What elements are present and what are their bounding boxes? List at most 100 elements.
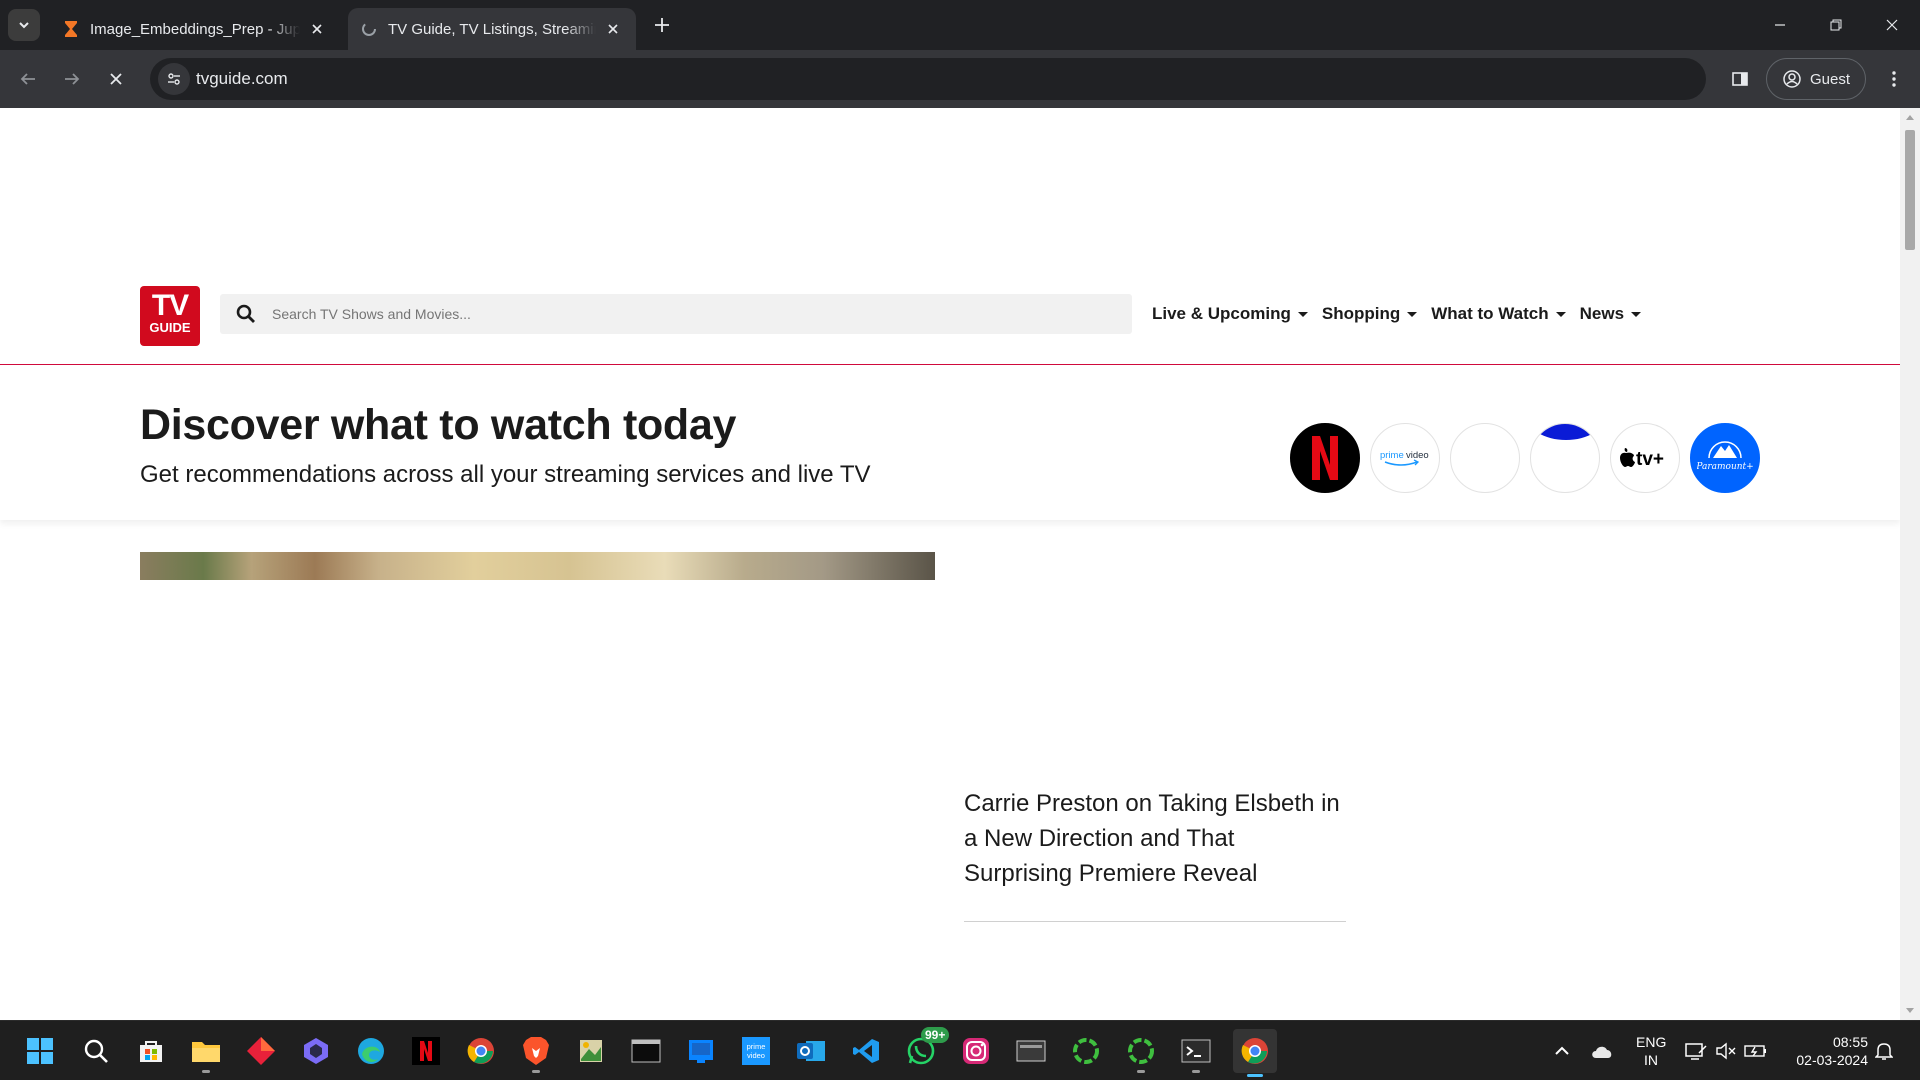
instagram-app[interactable]	[958, 1033, 994, 1069]
profile-label: Guest	[1809, 70, 1851, 88]
paramount-logo-icon: Paramount+	[1697, 441, 1753, 472]
nav-shopping[interactable]: Shopping	[1321, 304, 1418, 324]
svg-text:tv+: tv+	[1636, 449, 1664, 470]
scrollbar-thumb[interactable]	[1905, 130, 1915, 250]
tab-search-button[interactable]	[8, 9, 40, 41]
chrome-app[interactable]	[463, 1033, 499, 1069]
stop-loading-button[interactable]	[100, 63, 132, 95]
discover-subtitle: Get recommendations across all your stre…	[140, 461, 871, 488]
search-icon[interactable]	[236, 304, 256, 324]
brave-app[interactable]	[518, 1033, 554, 1073]
language-indicator[interactable]: ENG IN	[1636, 1033, 1666, 1069]
whatsapp-app[interactable]: 99+	[903, 1027, 950, 1069]
vscode-app[interactable]	[848, 1033, 884, 1069]
search-input[interactable]	[272, 294, 1112, 334]
file-explorer-app[interactable]	[188, 1033, 224, 1073]
notification-badge: 99+	[921, 1027, 950, 1043]
profile-button[interactable]: Guest	[1766, 58, 1866, 100]
window-icon	[631, 1039, 661, 1063]
hero-image[interactable]	[140, 552, 935, 580]
close-tab-icon[interactable]	[306, 18, 328, 40]
red-app[interactable]	[243, 1033, 279, 1069]
prime-video-app[interactable]: prime video	[738, 1033, 774, 1069]
side-panel-icon	[1732, 72, 1748, 86]
image-app-icon	[580, 1040, 602, 1062]
site-info-icon[interactable]	[158, 63, 190, 95]
system-clock[interactable]: 08:55 02-03-2024	[1784, 1033, 1868, 1069]
clock-time: 08:55	[1832, 1034, 1868, 1050]
caret-down-icon	[1631, 311, 1642, 317]
close-tab-icon[interactable]	[602, 18, 624, 40]
circle-app-2[interactable]	[1123, 1033, 1159, 1073]
minimize-button[interactable]	[1752, 0, 1808, 50]
nav-news[interactable]: News	[1579, 304, 1642, 324]
tab-jupyter[interactable]: Image_Embeddings_Prep - Jupy	[50, 8, 340, 50]
store-app[interactable]	[133, 1033, 169, 1069]
svg-text:video: video	[747, 1051, 765, 1060]
terminal-window-app[interactable]	[628, 1033, 664, 1069]
story-divider	[964, 921, 1346, 922]
running-indicator	[202, 1070, 210, 1073]
start-button[interactable]	[22, 1033, 58, 1069]
edge-app[interactable]	[353, 1033, 389, 1069]
main-nav: Live & Upcoming Shopping What to Watch N…	[1152, 294, 1642, 334]
chevron-up-icon	[1555, 1046, 1569, 1055]
nav-label: News	[1579, 304, 1625, 323]
svg-text:prime: prime	[747, 1042, 766, 1051]
app-window-icon	[1016, 1040, 1046, 1062]
onedrive-tray[interactable]	[1584, 1033, 1620, 1069]
provider-blank[interactable]	[1450, 423, 1520, 493]
svg-text:video: video	[1406, 450, 1429, 461]
scroll-up-icon[interactable]	[1905, 112, 1915, 122]
nav-live-upcoming[interactable]: Live & Upcoming	[1152, 304, 1308, 324]
back-button[interactable]	[12, 63, 44, 95]
browser-toolbar: tvguide.com Guest	[0, 50, 1920, 108]
nav-label: Shopping	[1321, 304, 1401, 323]
chrome-icon	[467, 1038, 494, 1064]
powershell-app[interactable]	[1178, 1033, 1214, 1073]
story-headline[interactable]: Carrie Preston on Taking Elsbeth in a Ne…	[964, 786, 1344, 891]
page-scrollbar[interactable]	[1900, 108, 1920, 1020]
url-text[interactable]: tvguide.com	[196, 69, 288, 89]
nav-label: Live & Upcoming	[1152, 304, 1291, 323]
tab-tvguide[interactable]: TV Guide, TV Listings, Streamin	[348, 8, 636, 50]
tvguide-logo[interactable]: TV GUIDE	[140, 286, 200, 346]
brave-lion-icon	[523, 1037, 549, 1065]
nav-what-to-watch[interactable]: What to Watch	[1431, 304, 1566, 324]
battery-charging-icon	[1744, 1045, 1766, 1057]
chevron-down-icon	[19, 22, 29, 29]
netflix-app[interactable]	[408, 1033, 444, 1069]
tab-strip: Image_Embeddings_Prep - Jupy TV Guide, T…	[0, 0, 1920, 50]
circle-app-1[interactable]	[1068, 1033, 1104, 1069]
provider-prime-video[interactable]: prime video	[1370, 423, 1440, 493]
show-hidden-icons-button[interactable]	[1544, 1033, 1580, 1069]
provider-netflix[interactable]	[1290, 423, 1360, 493]
windows-taskbar: prime video 99+ ENG IN 08:55 02-03-2024	[0, 1020, 1920, 1080]
blue-app-icon	[689, 1040, 713, 1063]
bell-icon	[1875, 1043, 1893, 1060]
taskbar-search[interactable]	[78, 1033, 114, 1069]
blue-app[interactable]	[683, 1033, 719, 1069]
chrome-active-app[interactable]	[1233, 1029, 1277, 1077]
caret-down-icon	[1407, 311, 1418, 317]
window-app[interactable]	[1013, 1033, 1049, 1069]
new-tab-button[interactable]	[650, 13, 674, 37]
discover-title: Discover what to watch today	[140, 401, 737, 449]
provider-hulu[interactable]	[1530, 423, 1600, 493]
image-editor-app[interactable]	[573, 1033, 609, 1069]
battery-tray[interactable]	[1738, 1033, 1774, 1069]
restore-button[interactable]	[1808, 0, 1864, 50]
copilot-app[interactable]	[298, 1033, 334, 1069]
outlook-app[interactable]	[793, 1033, 829, 1069]
browser-menu-button[interactable]	[1878, 63, 1910, 95]
notifications-button[interactable]	[1866, 1033, 1902, 1069]
running-indicator	[1137, 1070, 1145, 1073]
side-panel-button[interactable]	[1724, 63, 1756, 95]
address-bar[interactable]: tvguide.com	[150, 58, 1706, 100]
close-window-button[interactable]	[1864, 0, 1920, 50]
loading-spinner-icon	[360, 20, 378, 38]
provider-apple-tv[interactable]: tv+	[1610, 423, 1680, 493]
forward-button[interactable]	[56, 63, 88, 95]
provider-paramount-plus[interactable]: Paramount+	[1690, 423, 1760, 493]
scroll-down-icon[interactable]	[1905, 1006, 1915, 1016]
